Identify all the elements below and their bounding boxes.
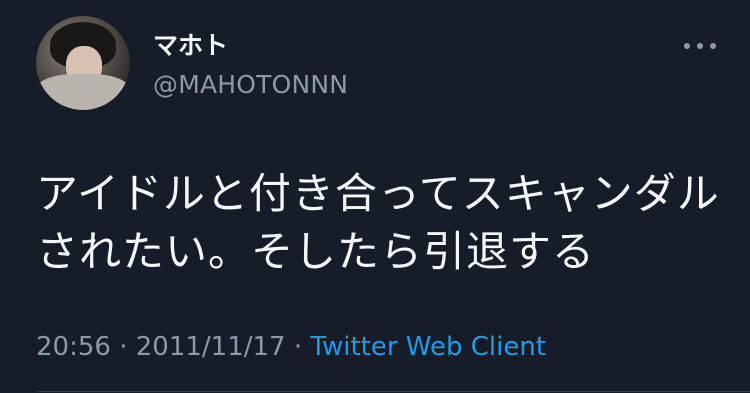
tweet-source-link[interactable]: Twitter Web Client — [310, 332, 546, 362]
tweet-text-line: アイドルと付き合ってスキャンダル — [36, 169, 720, 218]
more-options-icon[interactable] — [684, 38, 716, 54]
more-dot — [684, 43, 690, 49]
tweet-card: マホト @MAHOTONNN アイドルと付き合ってスキャンダル されたい。そした… — [0, 0, 750, 393]
meta-separator: · — [293, 332, 303, 362]
avatar[interactable] — [36, 16, 130, 110]
meta-separator: · — [119, 332, 128, 362]
tweet-date[interactable]: 2011/11/17 — [136, 332, 286, 362]
user-handle[interactable]: @MAHOTONNN — [153, 70, 348, 100]
tweet-meta: 20:56 · 2011/11/17 · Twitter Web Client — [36, 330, 546, 364]
tweet-text: アイドルと付き合ってスキャンダル されたい。そしたら引退する — [36, 165, 726, 281]
more-dot — [710, 43, 716, 49]
divider — [36, 391, 750, 392]
tweet-time[interactable]: 20:56 — [36, 332, 111, 362]
more-dot — [697, 43, 703, 49]
avatar-sweater — [36, 74, 130, 110]
tweet-text-line: されたい。そしたら引退する — [36, 227, 596, 276]
display-name[interactable]: マホト — [153, 31, 228, 61]
